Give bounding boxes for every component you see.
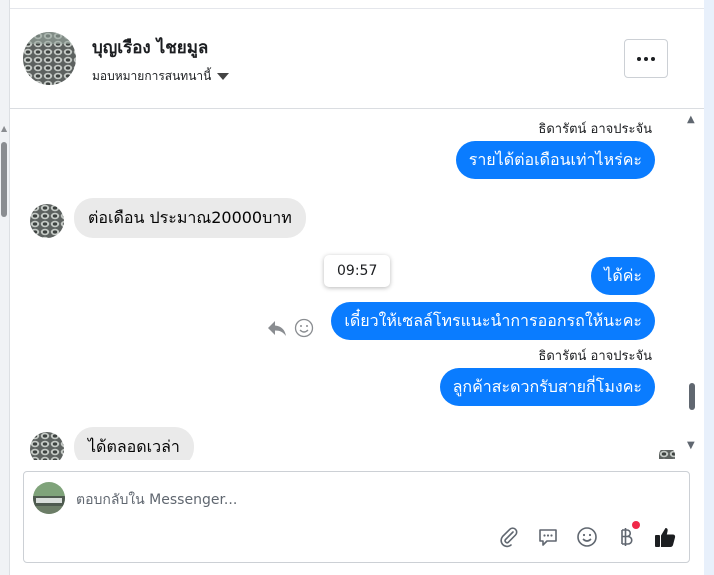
thumbs-up-icon[interactable] bbox=[653, 525, 677, 549]
page-avatar bbox=[33, 482, 65, 514]
contact-avatar-small[interactable] bbox=[30, 204, 64, 238]
scroll-down-arrow-icon[interactable]: ▼ bbox=[687, 440, 695, 451]
timestamp-tooltip: 09:57 bbox=[324, 255, 391, 287]
more-options-button[interactable] bbox=[624, 39, 668, 78]
message-bubble-incoming[interactable]: ได้ตลอดเวล่า bbox=[74, 427, 194, 460]
message-bubble-outgoing[interactable]: ได้ค่ะ bbox=[591, 257, 655, 295]
attach-icon[interactable] bbox=[497, 525, 521, 549]
smile-icon[interactable] bbox=[294, 318, 314, 342]
more-icon bbox=[637, 56, 641, 61]
contact-avatar[interactable] bbox=[23, 32, 76, 85]
reply-composer bbox=[23, 471, 690, 563]
conversation-header: บุญเรือง ไชยมูล มอบหมายการสนทนานี้ bbox=[10, 9, 704, 109]
scroll-up-arrow-icon[interactable]: ▲ bbox=[687, 114, 695, 125]
sender-name: ธิดารัตน์ อาจประจัน bbox=[538, 349, 652, 364]
assign-conversation-label: มอบหมายการสนทนานี้ bbox=[92, 69, 212, 83]
contact-avatar-small[interactable] bbox=[30, 432, 64, 460]
reply-input[interactable] bbox=[76, 488, 596, 512]
caret-down-icon bbox=[217, 73, 230, 80]
reply-icon[interactable] bbox=[266, 318, 288, 342]
message-actions bbox=[266, 318, 314, 342]
saved-reply-icon[interactable] bbox=[536, 525, 560, 549]
notification-dot bbox=[632, 521, 640, 529]
contact-name[interactable]: บุญเรือง ไชยมูล bbox=[92, 34, 208, 61]
emoji-icon[interactable] bbox=[575, 525, 599, 549]
scroll-up-arrow-icon[interactable]: ▲ bbox=[1, 124, 7, 133]
message-bubble-outgoing[interactable]: ลูกค้าสะดวกรับสายกี่โมงคะ bbox=[439, 368, 655, 406]
composer-toolbar bbox=[497, 521, 677, 549]
baht-icon[interactable] bbox=[614, 521, 640, 549]
sender-name: ธิดารัตน์ อาจประจัน bbox=[538, 122, 652, 137]
assign-conversation-dropdown[interactable]: มอบหมายการสนทนานี้ bbox=[92, 67, 230, 86]
message-thread[interactable]: ธิดารัตน์ อาจประจัน รายได้ต่อเดือนเท่าไห… bbox=[10, 110, 704, 460]
left-scroll-thumb[interactable] bbox=[1, 142, 7, 217]
message-bubble-incoming[interactable]: ต่อเดือน ประมาณ20000บาท bbox=[74, 198, 306, 238]
message-bubble-outgoing[interactable]: เดี๋ยวให้เซลล์โทรแนะนำการออกรถให้นะคะ bbox=[331, 302, 655, 340]
left-scrollbar[interactable]: ▲ bbox=[0, 0, 10, 575]
read-receipt-avatar bbox=[659, 447, 675, 459]
right-edge-strip bbox=[704, 0, 714, 575]
thread-scroll-thumb[interactable] bbox=[689, 383, 695, 410]
thread-scrollbar[interactable]: ▲ ▼ bbox=[687, 110, 699, 460]
message-bubble-outgoing[interactable]: รายได้ต่อเดือนเท่าไหร่คะ bbox=[455, 141, 655, 179]
